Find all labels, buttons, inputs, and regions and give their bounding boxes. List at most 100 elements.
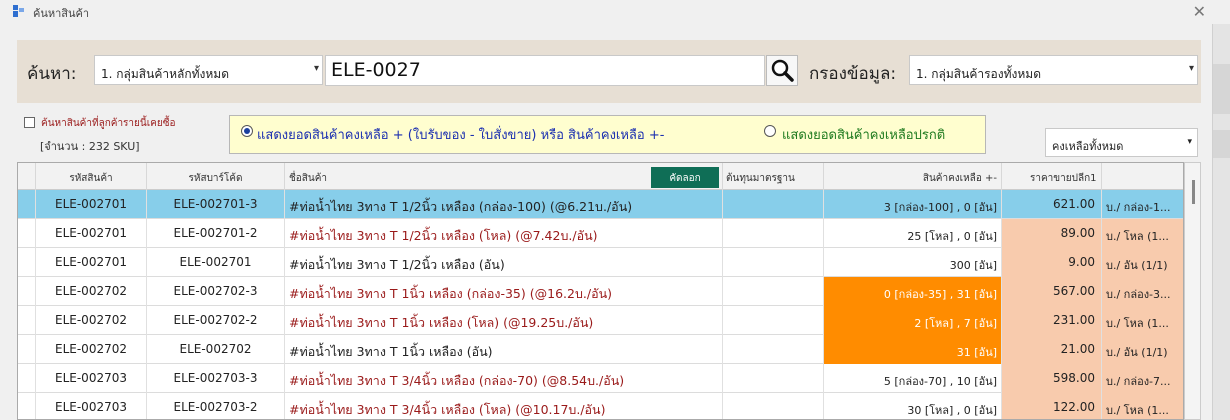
cell-unit[interactable]: บ./ อัน (1/1) <box>1102 248 1183 277</box>
cell-cost[interactable] <box>723 306 824 335</box>
header-stock[interactable]: สินค้าคงเหลือ +- <box>824 163 1002 190</box>
cell-name[interactable]: #ท่อน้ำไทย 3ทาง T 1นิ้ว เหลือง (อัน) <box>285 335 723 364</box>
cell-unit[interactable]: บ./ กล่อง-1... <box>1102 190 1183 219</box>
filter-label: กรองข้อมูล: <box>809 64 897 84</box>
cell-stock[interactable]: 3 [กล่อง-100] , 0 [อัน] <box>824 190 1002 219</box>
filter-value: 1. กลุ่มสินค้ารองทั้งหมด <box>916 67 1041 81</box>
cell-code[interactable]: ELE-002701 <box>36 248 147 277</box>
product-group-select[interactable]: 1. กลุ่มสินค้าหลักทั้งหมด ▾ <box>94 55 323 85</box>
cell-price[interactable]: 122.00 <box>1002 393 1102 419</box>
cell-name[interactable]: #ท่อน้ำไทย 3ทาง T 1/2นิ้ว เหลือง (โหล) (… <box>285 219 723 248</box>
cell-code[interactable]: ELE-002702 <box>36 277 147 306</box>
cell-barcode[interactable]: ELE-002702-3 <box>147 277 285 306</box>
search-label: ค้นหา: <box>27 64 77 84</box>
header-unit <box>1102 163 1183 190</box>
cell-stock[interactable]: 31 [อัน] <box>824 335 1002 364</box>
cell-cost[interactable] <box>723 277 824 306</box>
cell-barcode[interactable]: ELE-002701-3 <box>147 190 285 219</box>
product-group-value: 1. กลุ่มสินค้าหลักทั้งหมด <box>101 67 229 81</box>
customer-history-checkbox[interactable] <box>24 117 35 128</box>
cell-name[interactable]: #ท่อน้ำไทย 3ทาง T 3/4นิ้ว เหลือง (โหล) (… <box>285 393 723 419</box>
cell-price[interactable]: 567.00 <box>1002 277 1102 306</box>
cell-code[interactable]: ELE-002703 <box>36 364 147 393</box>
cell-cost[interactable] <box>723 393 824 419</box>
cell-name[interactable]: #ท่อน้ำไทย 3ทาง T 1นิ้ว เหลือง (กล่อง-35… <box>285 277 723 306</box>
filter-select[interactable]: 1. กลุ่มสินค้ารองทั้งหมด ▾ <box>909 55 1198 85</box>
table-row[interactable]: ELE-002701 ELE-002701-3 #ท่อน้ำไทย 3ทาง … <box>18 190 1183 219</box>
cell-stock[interactable]: 300 [อัน] <box>824 248 1002 277</box>
cell-price[interactable]: 231.00 <box>1002 306 1102 335</box>
chevron-down-icon: ▾ <box>313 63 319 74</box>
table-row[interactable]: ELE-002702 ELE-002702 #ท่อน้ำไทย 3ทาง T … <box>18 335 1183 364</box>
row-indicator <box>18 277 36 306</box>
cell-code[interactable]: ELE-002702 <box>36 306 147 335</box>
cell-stock[interactable]: 30 [โหล] , 0 [อัน] <box>824 393 1002 419</box>
cell-price[interactable]: 598.00 <box>1002 364 1102 393</box>
header-price[interactable]: ราคาขายปลีก1 <box>1002 163 1102 190</box>
stock-mode-radio-plus[interactable] <box>241 125 253 137</box>
cell-price[interactable]: 621.00 <box>1002 190 1102 219</box>
cell-code[interactable]: ELE-002701 <box>36 190 147 219</box>
header-cost[interactable]: ต้นทุนมาตรฐาน <box>723 163 824 190</box>
stock-mode-label-normal[interactable]: แสดงยอดสินค้าคงเหลือปรกติ <box>782 124 945 145</box>
grid-header: รหัสสินค้า รหัสบาร์โค้ด ชื่อสินค้า ต้นทุ… <box>18 163 1183 190</box>
cell-barcode[interactable]: ELE-002701 <box>147 248 285 277</box>
cell-code[interactable]: ELE-002702 <box>36 335 147 364</box>
close-icon[interactable]: ✕ <box>1193 2 1206 21</box>
cell-unit[interactable]: บ./ โหล (1... <box>1102 219 1183 248</box>
table-row[interactable]: ELE-002701 ELE-002701 #ท่อน้ำไทย 3ทาง T … <box>18 248 1183 277</box>
cell-barcode[interactable]: ELE-002701-2 <box>147 219 285 248</box>
stock-mode-label-plus[interactable]: แสดงยอดสินค้าคงเหลือ + (ใบรับของ - ใบสั่… <box>257 124 664 145</box>
cell-price[interactable]: 9.00 <box>1002 248 1102 277</box>
scrollbar-thumb[interactable] <box>1192 180 1195 204</box>
product-grid: รหัสสินค้า รหัสบาร์โค้ด ชื่อสินค้า ต้นทุ… <box>17 162 1184 420</box>
cell-name[interactable]: #ท่อน้ำไทย 3ทาง T 1/2นิ้ว เหลือง (กล่อง-… <box>285 190 723 219</box>
search-button[interactable] <box>766 55 798 86</box>
cell-unit[interactable]: บ./ กล่อง-7... <box>1102 364 1183 393</box>
cell-barcode[interactable]: ELE-002703-2 <box>147 393 285 419</box>
cell-stock[interactable]: 2 [โหล] , 7 [อัน] <box>824 306 1002 335</box>
cell-unit[interactable]: บ./ โหล (1... <box>1102 393 1183 419</box>
cell-code[interactable]: ELE-002703 <box>36 393 147 419</box>
header-indicator <box>18 163 36 190</box>
table-row[interactable]: ELE-002703 ELE-002703-2 #ท่อน้ำไทย 3ทาง … <box>18 393 1183 419</box>
cell-code[interactable]: ELE-002701 <box>36 219 147 248</box>
cell-name[interactable]: #ท่อน้ำไทย 3ทาง T 1/2นิ้ว เหลือง (อัน) <box>285 248 723 277</box>
header-code[interactable]: รหัสสินค้า <box>36 163 147 190</box>
cell-barcode[interactable]: ELE-002703-3 <box>147 364 285 393</box>
cell-price[interactable]: 21.00 <box>1002 335 1102 364</box>
cell-cost[interactable] <box>723 248 824 277</box>
cell-stock[interactable]: 5 [กล่อง-70] , 10 [อัน] <box>824 364 1002 393</box>
row-indicator <box>18 364 36 393</box>
background-window-strip <box>1212 24 1230 420</box>
table-row[interactable]: ELE-002703 ELE-002703-3 #ท่อน้ำไทย 3ทาง … <box>18 364 1183 393</box>
search-input[interactable]: ELE-0027 <box>325 55 765 86</box>
cell-unit[interactable]: บ./ โหล (1... <box>1102 306 1183 335</box>
cell-cost[interactable] <box>723 335 824 364</box>
stock-filter-select[interactable]: คงเหลือทั้งหมด ▾ <box>1045 128 1198 157</box>
row-indicator <box>18 248 36 277</box>
chevron-down-icon: ▾ <box>1188 63 1194 74</box>
cell-price[interactable]: 89.00 <box>1002 219 1102 248</box>
cell-name[interactable]: #ท่อน้ำไทย 3ทาง T 3/4นิ้ว เหลือง (กล่อง-… <box>285 364 723 393</box>
grid-vertical-scrollbar[interactable] <box>1184 162 1201 420</box>
cell-name[interactable]: #ท่อน้ำไทย 3ทาง T 1นิ้ว เหลือง (โหล) (@1… <box>285 306 723 335</box>
stock-mode-radio-normal[interactable] <box>764 125 776 137</box>
cell-cost[interactable] <box>723 364 824 393</box>
cell-barcode[interactable]: ELE-002702-2 <box>147 306 285 335</box>
table-row[interactable]: ELE-002702 ELE-002702-2 #ท่อน้ำไทย 3ทาง … <box>18 306 1183 335</box>
cell-cost[interactable] <box>723 190 824 219</box>
app-icon <box>13 5 25 17</box>
sku-count: [จำนวน : 232 SKU] <box>40 140 140 153</box>
customer-history-label[interactable]: ค้นหาสินค้าที่ลูกค้ารายนี้เคยซื้อ <box>41 116 176 131</box>
cell-stock[interactable]: 0 [กล่อง-35] , 31 [อัน] <box>824 277 1002 306</box>
table-row[interactable]: ELE-002701 ELE-002701-2 #ท่อน้ำไทย 3ทาง … <box>18 219 1183 248</box>
cell-cost[interactable] <box>723 219 824 248</box>
cell-unit[interactable]: บ./ กล่อง-3... <box>1102 277 1183 306</box>
copy-button[interactable]: คัดลอก <box>651 167 719 188</box>
header-barcode[interactable]: รหัสบาร์โค้ด <box>147 163 285 190</box>
cell-unit[interactable]: บ./ อัน (1/1) <box>1102 335 1183 364</box>
cell-stock[interactable]: 25 [โหล] , 0 [อัน] <box>824 219 1002 248</box>
cell-barcode[interactable]: ELE-002702 <box>147 335 285 364</box>
table-row[interactable]: ELE-002702 ELE-002702-3 #ท่อน้ำไทย 3ทาง … <box>18 277 1183 306</box>
